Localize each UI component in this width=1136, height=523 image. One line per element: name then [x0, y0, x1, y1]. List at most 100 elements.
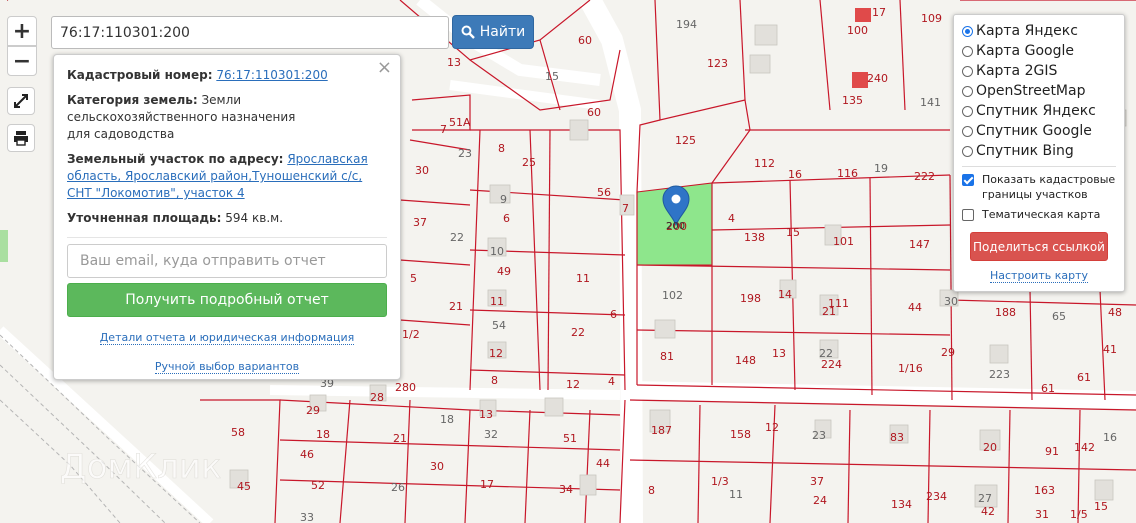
parcel-label: 33 — [300, 511, 314, 523]
radio-icon[interactable] — [962, 125, 973, 137]
zoom-in-button[interactable]: + — [7, 16, 37, 46]
parcel-label: 31 — [1035, 508, 1049, 521]
parcel-label: 37 — [810, 475, 824, 488]
parcel-label: 16 — [788, 168, 802, 181]
parcel-label: 1/2 — [402, 328, 420, 341]
radio-icon[interactable] — [962, 65, 973, 77]
parcel-label: 8 — [498, 142, 505, 155]
radio-icon[interactable] — [962, 85, 973, 97]
parcel-label: 141 — [920, 96, 941, 109]
fullscreen-button[interactable] — [7, 87, 35, 115]
parcel-label: 14 — [778, 288, 792, 301]
printer-icon — [14, 131, 28, 146]
parcel-label: 18 — [440, 413, 454, 426]
watermark: ДомКлик — [60, 447, 222, 487]
zoom-out-button[interactable]: − — [7, 46, 37, 76]
parcel-label: 198 — [740, 292, 761, 305]
search-button[interactable]: Найти — [452, 15, 534, 49]
parcel-label: 123 — [707, 57, 728, 70]
map-type-label: Спутник Bing — [976, 143, 1074, 159]
parcel-label: 224 — [821, 358, 842, 371]
report-details-link[interactable]: Детали отчета и юридическая информация — [67, 329, 387, 346]
parcel-label: 12 — [489, 347, 503, 360]
parcel-label: 30 — [430, 460, 444, 473]
parcel-label: 58 — [231, 426, 245, 439]
cadastral-number-link[interactable]: 76:17:110301:200 — [216, 68, 327, 82]
parcel-label: 135 — [842, 94, 863, 107]
radio-icon[interactable] — [962, 105, 973, 117]
map-type-option[interactable]: Карта Google — [962, 41, 1116, 61]
get-report-button[interactable]: Получить подробный отчет — [67, 283, 387, 317]
parcel-label: 29 — [941, 346, 955, 359]
close-icon[interactable]: × — [377, 59, 392, 77]
parcel-label: 83 — [890, 431, 904, 444]
parcel-label: 11 — [490, 295, 504, 308]
parcel-label: 147 — [909, 238, 930, 251]
show-borders-check-icon[interactable] — [962, 174, 974, 186]
parcel-label: 8 — [491, 374, 498, 387]
radio-icon[interactable] — [962, 25, 973, 37]
email-input[interactable]: Ваш email, куда отправить отчет — [67, 244, 387, 278]
map-type-option[interactable]: Спутник Google — [962, 121, 1116, 141]
share-link-label: Поделиться ссылкой — [973, 239, 1105, 254]
manual-selection-link[interactable]: Ручной выбор вариантов — [67, 358, 387, 375]
cadastral-search-input[interactable]: 76:17:110301:200 — [51, 16, 449, 49]
area-label: Уточненная площадь: — [67, 211, 222, 225]
land-category-label: Категория земель: — [67, 93, 198, 107]
parcel-label: 45 — [237, 480, 251, 493]
parcel-label: 15 — [1094, 500, 1108, 513]
parcel-label: 28 — [370, 391, 384, 404]
map-type-label: Спутник Яндекс — [976, 103, 1096, 119]
parcel-label: 8 — [648, 484, 655, 497]
parcel-label: 65 — [1052, 310, 1066, 323]
parcel-label: 51 — [563, 432, 577, 445]
parcel-label: 48 — [1108, 306, 1122, 319]
map-type-option[interactable]: OpenStreetMap — [962, 81, 1116, 101]
parcel-label: 61 — [1077, 371, 1091, 384]
share-link-button[interactable]: Поделиться ссылкой — [970, 232, 1108, 261]
parcel-label: 25 — [522, 156, 536, 169]
divider — [67, 237, 387, 238]
parcel-label: 44 — [596, 457, 610, 470]
show-borders-checkbox[interactable]: Показать кадастровые границы участков — [962, 172, 1116, 202]
parcel-label: 109 — [921, 12, 942, 25]
parcel-label: 60 — [578, 34, 592, 47]
parcel-label: 112 — [754, 157, 775, 170]
parcel-label: 20 — [983, 441, 997, 454]
parcel-label: 30 — [944, 295, 958, 308]
thematic-map-checkbox[interactable]: Тематическая карта — [962, 207, 1116, 222]
parcel-label: 23 — [458, 147, 472, 160]
parcel-label: 1/3 — [711, 475, 729, 488]
email-placeholder: Ваш email, куда отправить отчет — [80, 252, 326, 269]
address-label: Земельный участок по адресу: — [67, 152, 284, 166]
parcel-label: 12 — [765, 421, 779, 434]
parcel-label: 7 — [622, 202, 629, 215]
radio-icon[interactable] — [962, 45, 973, 57]
parcel-label: 24 — [813, 494, 827, 507]
map-type-option[interactable]: Спутник Bing — [962, 141, 1116, 161]
parcel-label: 222 — [914, 170, 935, 183]
cadastral-number-label: Кадастровый номер: — [67, 68, 213, 82]
parcel-label: 37 — [413, 216, 427, 229]
parcel-label: 5 — [410, 272, 417, 285]
show-borders-label: Показать кадастровые границы участков — [982, 173, 1116, 201]
parcel-label: 100 — [847, 24, 868, 37]
radio-icon[interactable] — [962, 145, 973, 157]
parcel-label: 16 — [1103, 431, 1117, 444]
map-type-label: Спутник Google — [976, 123, 1092, 139]
map-type-option[interactable]: Спутник Яндекс — [962, 101, 1116, 121]
map-type-options: Карта Яндекс Карта Google Карта 2GIS OpenSt… — [962, 21, 1116, 161]
search-icon — [461, 25, 475, 39]
parcel-label: 23 — [812, 429, 826, 442]
parcel-label: 61 — [1041, 382, 1055, 395]
map-type-label: Карта 2GIS — [976, 63, 1058, 79]
parcel-label: 11 — [576, 272, 590, 285]
parcel-label: 30 — [415, 164, 429, 177]
configure-map-link[interactable]: Настроить карту — [962, 269, 1116, 283]
map-type-option[interactable]: Карта 2GIS — [962, 61, 1116, 81]
parcel-label: 60 — [587, 106, 601, 119]
thematic-check-icon[interactable] — [962, 209, 974, 221]
parcel-label: 15 — [786, 226, 800, 239]
print-button[interactable] — [7, 124, 35, 152]
map-type-option[interactable]: Карта Яндекс — [962, 21, 1116, 41]
